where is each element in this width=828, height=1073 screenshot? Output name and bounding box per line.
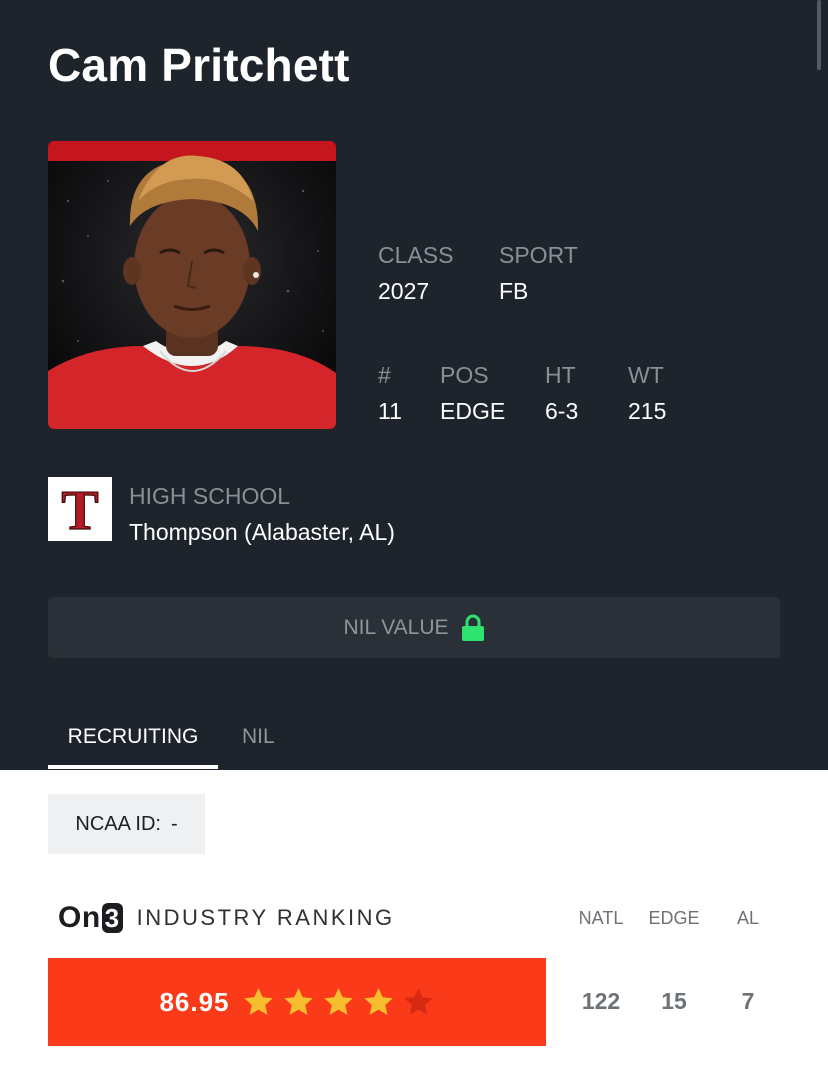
nil-value-label: NIL VALUE [343, 615, 449, 639]
star-filled-icon [283, 987, 313, 1015]
industry-score: 86.95 [159, 986, 230, 1017]
ncaa-id-badge: NCAA ID: - [48, 794, 205, 854]
scrollbar[interactable] [817, 0, 821, 70]
industry-ranking-title: INDUSTRY RANKING [136, 905, 395, 930]
industry-rating-box: 86.95 [48, 958, 546, 1046]
player-name: Cam Pritchett [48, 39, 350, 91]
stat-sport-label: SPORT [499, 242, 578, 268]
school-label: HIGH SCHOOL [129, 483, 291, 509]
star-filled-icon [363, 987, 393, 1015]
stat-weight-label: WT [628, 362, 664, 388]
stat-height-label: HT [545, 362, 576, 388]
tab-recruiting-label: RECRUITING [67, 725, 199, 748]
star-empty-icon [403, 987, 433, 1015]
tab-active-underline [48, 765, 218, 769]
stat-height: HT 6-3 [545, 362, 578, 424]
stat-number-value: 11 [378, 398, 402, 424]
stat-position: POS EDGE [440, 362, 505, 424]
rank-col-position-label: EDGE [648, 908, 700, 928]
tab-nil-label: NIL [242, 725, 275, 748]
school-name[interactable]: Thompson (Alabaster, AL) [129, 519, 395, 546]
stat-height-value: 6-3 [545, 398, 579, 424]
stat-class-value: 2027 [378, 278, 430, 304]
stat-weight: WT 215 [628, 362, 666, 424]
on3-logo-prefix: On [58, 901, 101, 934]
on3-logo: On 3 [58, 901, 123, 935]
star-filled-icon [323, 987, 353, 1015]
rank-natl-value[interactable]: 122 [561, 988, 641, 1015]
ncaa-id-value: - [170, 812, 178, 835]
stat-number: # 11 [378, 362, 402, 424]
ncaa-id-label: NCAA ID: [75, 812, 161, 835]
industry-ranking-header: On 3 INDUSTRY RANKING [58, 900, 395, 936]
stat-weight-value: 215 [628, 398, 667, 424]
rank-position-value[interactable]: 15 [634, 988, 714, 1015]
rank-col-natl-label: NATL [578, 908, 624, 928]
player-photo [48, 141, 336, 429]
on3-logo-suffix: 3 [101, 903, 123, 933]
school-logo[interactable]: T [48, 477, 112, 543]
lock-icon [461, 614, 485, 642]
stat-class: CLASS 2027 [378, 242, 453, 304]
rank-state-value[interactable]: 7 [708, 988, 788, 1015]
stat-sport-value: FB [499, 278, 529, 304]
stat-sport: SPORT FB [499, 242, 578, 304]
tab-recruiting[interactable]: RECRUITING [48, 720, 218, 770]
stat-number-label: # [378, 362, 391, 388]
school-logo-letter: T [61, 480, 98, 541]
star-rating [242, 986, 435, 1019]
stat-position-value: EDGE [440, 398, 506, 424]
nil-value-button[interactable]: NIL VALUE [48, 597, 780, 658]
star-filled-icon [243, 987, 273, 1015]
rank-col-state-label: AL [736, 908, 760, 928]
stat-position-label: POS [440, 362, 489, 388]
stat-class-label: CLASS [378, 242, 454, 268]
tab-nil[interactable]: NIL [242, 720, 275, 770]
